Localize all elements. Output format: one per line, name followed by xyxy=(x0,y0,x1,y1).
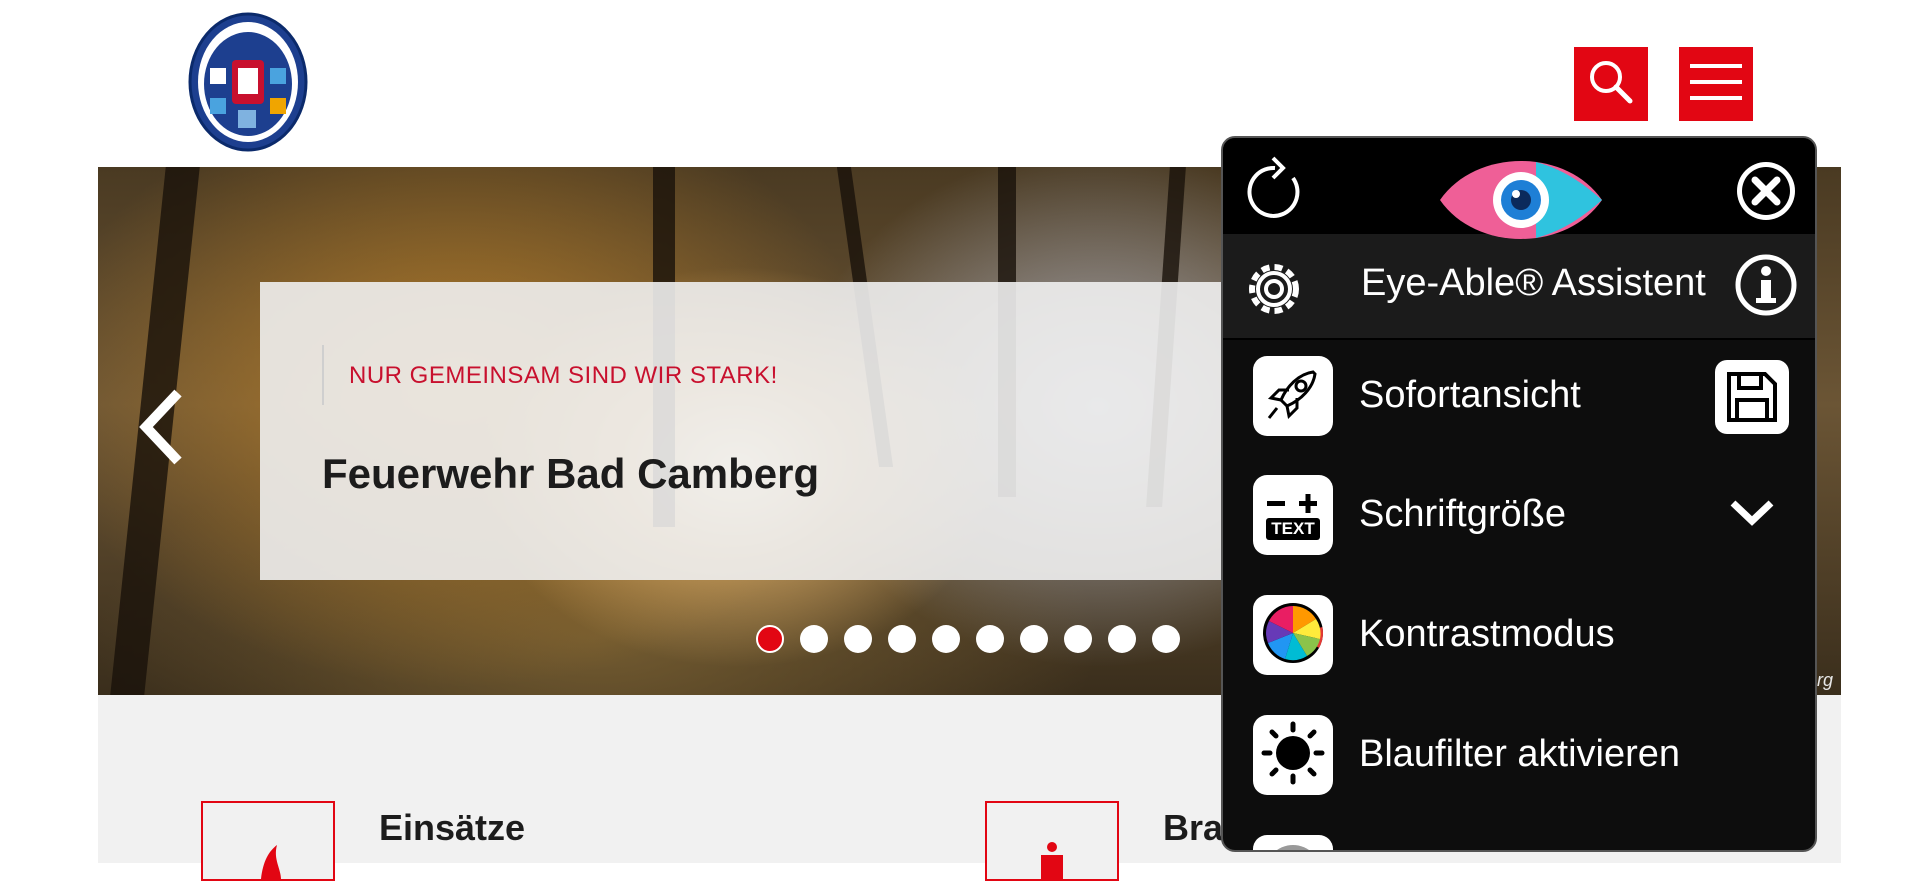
feature-font-size[interactable]: TEXT Schriftgröße xyxy=(1253,475,1793,555)
image-caption: rg xyxy=(1816,670,1833,690)
rocket-icon xyxy=(1263,364,1323,429)
refresh-icon xyxy=(1245,156,1305,224)
tile-icon-box[interactable] xyxy=(985,801,1119,881)
search-icon xyxy=(1588,59,1634,110)
close-assistant-button[interactable] xyxy=(1735,160,1797,227)
eye-logo-icon xyxy=(1436,161,1606,252)
grey-circle-icon xyxy=(1261,841,1325,850)
text-size-icon: TEXT xyxy=(1263,490,1323,540)
feature-icon-box xyxy=(1253,715,1333,795)
save-disk-icon xyxy=(1715,360,1789,438)
slider-dot[interactable] xyxy=(756,625,784,653)
search-button[interactable] xyxy=(1574,47,1648,121)
slider-dot[interactable] xyxy=(1064,625,1092,653)
flame-icon xyxy=(203,845,333,883)
slider-prev-button[interactable] xyxy=(136,387,186,467)
feature-label: Blaufilter aktivieren xyxy=(1359,733,1681,775)
slider-dot[interactable] xyxy=(976,625,1004,653)
accessibility-assistant-panel: Eye-Able® Assistent Sofortansicht TEXT S… xyxy=(1221,136,1817,852)
slider-dots xyxy=(756,625,1180,653)
feature-icon-box xyxy=(1253,356,1333,436)
color-wheel-icon xyxy=(1261,601,1325,670)
text-size-icon-label: TEXT xyxy=(1266,518,1320,540)
menu-button[interactable] xyxy=(1679,47,1753,121)
slider-dot[interactable] xyxy=(932,625,960,653)
eye-able-logo xyxy=(1436,152,1606,253)
feature-next-partial[interactable] xyxy=(1253,835,1793,850)
slider-dot[interactable] xyxy=(1108,625,1136,653)
assistant-header: Eye-Able® Assistent xyxy=(1223,138,1815,340)
slider-dot[interactable] xyxy=(844,625,872,653)
info-circle-icon xyxy=(1735,254,1797,320)
tile-label[interactable]: Bra xyxy=(1163,807,1223,849)
gear-icon xyxy=(1241,264,1307,326)
feature-icon-box xyxy=(1253,835,1333,850)
chevron-left-icon xyxy=(136,389,186,471)
person-icon xyxy=(987,842,1117,883)
hamburger-menu-icon xyxy=(1690,63,1742,105)
assistant-title: Eye-Able® Assistent xyxy=(1361,262,1706,304)
expand-button[interactable] xyxy=(1729,495,1775,534)
save-button[interactable] xyxy=(1715,360,1789,439)
feature-blue-filter[interactable]: Blaufilter aktivieren xyxy=(1253,715,1793,795)
hero-title: Feuerwehr Bad Camberg xyxy=(322,450,820,497)
feature-icon-box: TEXT xyxy=(1253,475,1333,555)
feature-contrast-mode[interactable]: Kontrastmodus xyxy=(1253,595,1793,675)
feature-icon-box xyxy=(1253,595,1333,675)
slider-dot[interactable] xyxy=(1020,625,1048,653)
feature-label: Kontrastmodus xyxy=(1359,613,1615,655)
slider-dot[interactable] xyxy=(888,625,916,653)
hero-eyebrow: NUR GEMEINSAM SIND WIR STARK! xyxy=(349,362,778,389)
card-divider xyxy=(322,345,324,405)
reset-button[interactable] xyxy=(1245,156,1305,225)
hero-card: NUR GEMEINSAM SIND WIR STARK! Feuerwehr … xyxy=(260,282,1380,580)
tile-label[interactable]: Einsätze xyxy=(379,807,525,849)
sun-icon xyxy=(1261,721,1325,790)
settings-button[interactable] xyxy=(1241,256,1307,327)
chevron-down-icon xyxy=(1729,500,1775,533)
site-logo[interactable] xyxy=(188,12,308,152)
feature-instant-view[interactable]: Sofortansicht xyxy=(1253,356,1793,436)
slider-dot[interactable] xyxy=(800,625,828,653)
slider-dot[interactable] xyxy=(1152,625,1180,653)
feature-label: Sofortansicht xyxy=(1359,374,1581,416)
close-circle-icon xyxy=(1735,162,1797,226)
info-button[interactable] xyxy=(1735,254,1797,321)
tile-icon-box[interactable] xyxy=(201,801,335,881)
feature-label: Schriftgröße xyxy=(1359,493,1566,535)
